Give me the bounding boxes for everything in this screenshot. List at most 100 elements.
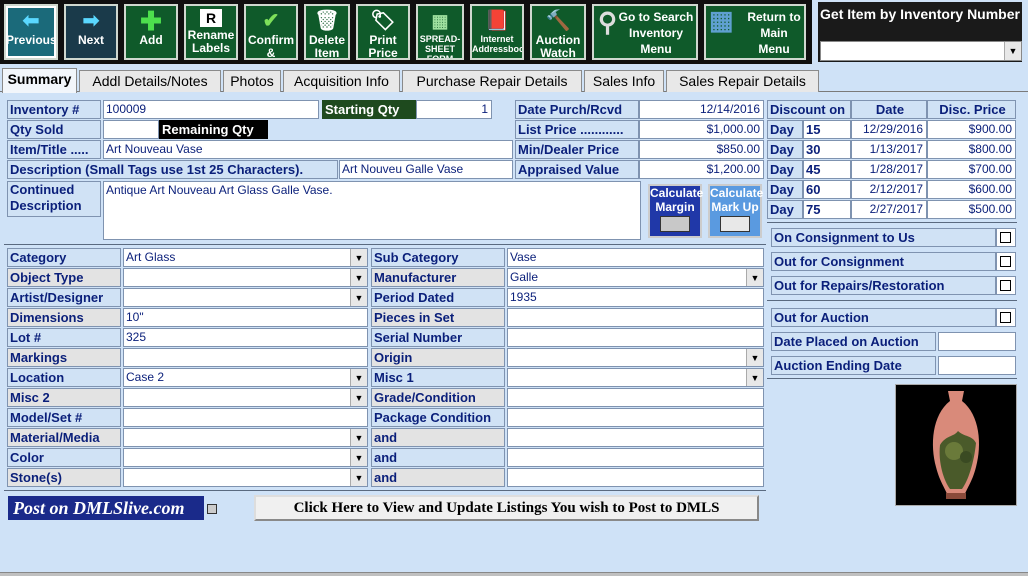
field-value[interactable]: 10"	[123, 308, 368, 327]
field-value[interactable]: ▼	[123, 448, 368, 467]
field-value[interactable]: ▼	[123, 288, 368, 307]
auction-end-label: Auction Ending Date	[771, 356, 936, 375]
starting-qty-field[interactable]: 1	[416, 100, 492, 119]
calculate-markup-button[interactable]: Calculate Mark Up	[708, 184, 763, 238]
internet-addressbook-button[interactable]: 📕 Internet Addressbook	[470, 4, 524, 60]
discount-day-number[interactable]: 75	[803, 200, 851, 219]
inventory-number-dropdown[interactable]: ▼	[820, 41, 1022, 61]
field-value[interactable]	[507, 388, 764, 407]
trash-icon: 🗑	[314, 10, 340, 32]
previous-button[interactable]: ⬅ Previous	[4, 4, 58, 60]
continued-description-field[interactable]: Antique Art Nouveau Art Glass Galle Vase…	[103, 181, 641, 240]
chevron-down-icon[interactable]: ▼	[350, 389, 367, 406]
discount-date-field[interactable]: 1/28/2017	[851, 160, 927, 179]
consign-to-us-checkbox[interactable]	[1000, 232, 1011, 243]
list-price-field[interactable]: $1,000.00	[639, 120, 764, 139]
discount-date-field[interactable]: 2/27/2017	[851, 200, 927, 219]
field-value[interactable]: ▼	[123, 468, 368, 487]
field-value[interactable]: Case 2 ▼	[123, 368, 368, 387]
add-button[interactable]: ✚ Add	[124, 4, 178, 60]
dmls-checkbox[interactable]	[207, 504, 217, 514]
chevron-down-icon[interactable]: ▼	[350, 269, 367, 286]
delete-item-button[interactable]: 🗑 Delete Item	[304, 4, 350, 60]
qty-sold-field[interactable]	[103, 120, 159, 139]
discount-day-number[interactable]: 15	[803, 120, 851, 139]
field-value[interactable]: 325	[123, 328, 368, 347]
field-label: and	[371, 468, 505, 487]
discount-price-field[interactable]: $800.00	[927, 140, 1016, 159]
discount-price-field[interactable]: $700.00	[927, 160, 1016, 179]
item-photo[interactable]	[895, 384, 1017, 506]
field-label: Serial Number	[371, 328, 505, 347]
field-value[interactable]	[507, 408, 764, 427]
item-title-field[interactable]: Art Nouveau Vase	[103, 140, 513, 159]
discount-date-field[interactable]: 12/29/2016	[851, 120, 927, 139]
tab-purchase-repair[interactable]: Purchase Repair Details	[402, 70, 582, 92]
field-label: Color	[7, 448, 121, 467]
field-value[interactable]	[507, 448, 764, 467]
discount-price-field[interactable]: $600.00	[927, 180, 1016, 199]
min-dealer-field[interactable]: $850.00	[639, 140, 764, 159]
description-label: Description (Small Tags use 1st 25 Chara…	[7, 160, 338, 179]
auction-end-field[interactable]	[938, 356, 1016, 375]
field-value[interactable]: Art Glass ▼	[123, 248, 368, 267]
chevron-down-icon[interactable]: ▼	[746, 349, 763, 366]
field-value[interactable]: ▼	[123, 388, 368, 407]
tab-photos[interactable]: Photos	[223, 70, 281, 92]
return-main-menu-button[interactable]: ▦ Return to Main Menu	[704, 4, 806, 60]
discount-day-number[interactable]: 60	[803, 180, 851, 199]
inventory-field[interactable]: 100009	[103, 100, 319, 119]
description-field[interactable]: Art Nouveu Galle Vase	[339, 160, 513, 179]
chevron-down-icon[interactable]: ▼	[350, 369, 367, 386]
field-value[interactable]	[507, 308, 764, 327]
tab-summary[interactable]: Summary	[2, 68, 77, 93]
field-value[interactable]: Vase	[507, 248, 764, 267]
field-value[interactable]: ▼	[507, 348, 764, 367]
chevron-down-icon[interactable]: ▼	[350, 249, 367, 266]
field-value[interactable]	[507, 468, 764, 487]
chevron-down-icon[interactable]: ▼	[350, 469, 367, 486]
tab-sales-repair[interactable]: Sales Repair Details	[666, 70, 819, 92]
field-label: Location	[7, 368, 121, 387]
tab-sales-info[interactable]: Sales Info	[584, 70, 664, 92]
field-value[interactable]	[123, 348, 368, 367]
search-inventory-menu-button[interactable]: ⚲ Go to Search Inventory Menu	[592, 4, 698, 60]
spreadsheet-form-button[interactable]: ▦ SPREAD-SHEET FORM	[416, 4, 464, 60]
discount-date-field[interactable]: 2/12/2017	[851, 180, 927, 199]
tab-acquisition-info[interactable]: Acquisition Info	[283, 70, 400, 92]
post-to-dmls-button[interactable]: Click Here to View and Update Listings Y…	[254, 495, 759, 521]
discount-price-field[interactable]: $900.00	[927, 120, 1016, 139]
next-button[interactable]: ➡ Next	[64, 4, 118, 60]
field-value[interactable]	[507, 328, 764, 347]
appraised-field[interactable]: $1,200.00	[639, 160, 764, 179]
discount-day-number[interactable]: 30	[803, 140, 851, 159]
calculate-margin-button[interactable]: Calculate Margin	[648, 184, 703, 238]
rename-labels-button[interactable]: R Rename Labels	[184, 4, 238, 60]
out-consign-checkbox[interactable]	[1000, 256, 1011, 267]
chevron-down-icon[interactable]: ▼	[746, 369, 763, 386]
chevron-down-icon[interactable]: ▼	[350, 429, 367, 446]
dmls-logo[interactable]: Post on DMLSlive.com	[8, 496, 204, 520]
date-purch-field[interactable]: 12/14/2016	[639, 100, 764, 119]
chevron-down-icon[interactable]: ▼	[350, 289, 367, 306]
date-placed-field[interactable]	[938, 332, 1016, 351]
discount-date-field[interactable]: 1/13/2017	[851, 140, 927, 159]
field-value[interactable]	[123, 408, 368, 427]
print-price-tags-button[interactable]: 🏷Print Price Tags	[356, 4, 410, 60]
field-value[interactable]	[507, 428, 764, 447]
out-repairs-checkbox[interactable]	[1000, 280, 1011, 291]
field-value[interactable]: ▼	[507, 368, 764, 387]
chevron-down-icon[interactable]: ▼	[746, 269, 763, 286]
chevron-down-icon[interactable]: ▼	[350, 449, 367, 466]
field-value[interactable]: ▼	[123, 428, 368, 447]
confirm-update-button[interactable]: ✔Confirm & Update	[244, 4, 298, 60]
out-auction-checkbox[interactable]	[1000, 312, 1011, 323]
discount-day-number[interactable]: 45	[803, 160, 851, 179]
discount-price-field[interactable]: $500.00	[927, 200, 1016, 219]
auction-watch-button[interactable]: 🔨 Auction Watch	[530, 4, 586, 60]
field-value[interactable]: 1935	[507, 288, 764, 307]
field-value[interactable]: ▼	[123, 268, 368, 287]
tab-addl-details[interactable]: Addl Details/Notes	[79, 70, 221, 92]
field-label: Package Condition	[371, 408, 505, 427]
field-value[interactable]: Galle ▼	[507, 268, 764, 287]
